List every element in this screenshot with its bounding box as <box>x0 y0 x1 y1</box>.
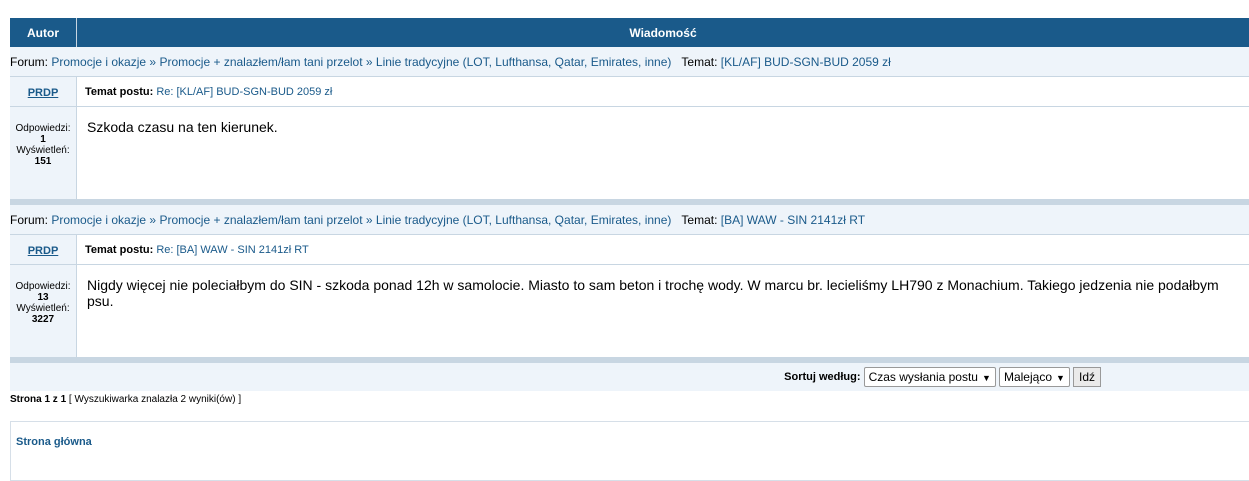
forum-breadcrumb-row: Forum: Promocje i okazje » Promocje + zn… <box>10 47 1249 77</box>
post-body: Nigdy więcej nie poleciałbym do SIN - sz… <box>77 265 1249 358</box>
breadcrumb-link[interactable]: Linie tradycyjne (LOT, Lufthansa, Qatar,… <box>376 55 671 69</box>
topic-link[interactable]: [KL/AF] BUD-SGN-BUD 2059 zł <box>721 55 891 69</box>
results-table: Autor Wiadomość Forum: Promocje i okazje… <box>10 18 1249 357</box>
breadcrumb-link[interactable]: Linie tradycyjne (LOT, Lufthansa, Qatar,… <box>376 213 671 227</box>
message-column-header: Wiadomość <box>77 18 1249 47</box>
page-info: Strona 1 z 1 <box>10 394 66 405</box>
home-link[interactable]: Strona główna <box>16 436 1249 448</box>
post-subject-row: PRDP Temat postu: Re: [KL/AF] BUD-SGN-BU… <box>10 77 1249 107</box>
pagination: Strona 1 z 1 [ Wyszukiwarka znalazła 2 w… <box>10 394 1249 405</box>
author-link[interactable]: PRDP <box>28 87 59 99</box>
breadcrumb-separator: » <box>366 213 373 227</box>
author-column-header: Autor <box>10 18 77 47</box>
post-stats: Odpowiedzi: 13 Wyświetleń: 3227 <box>10 265 77 358</box>
forum-prefix: Forum: <box>10 55 48 69</box>
breadcrumb-link[interactable]: Promocje + znalazłem/łam tani przelot <box>159 213 362 227</box>
post-body: Szkoda czasu na ten kierunek. <box>77 107 1249 200</box>
post-subject-link[interactable]: Re: [BA] WAW - SIN 2141zł RT <box>156 244 308 256</box>
post-stats: Odpowiedzi: 1 Wyświetleń: 151 <box>10 107 77 200</box>
forum-breadcrumb-row: Forum: Promocje i okazje » Promocje + zn… <box>10 205 1249 235</box>
subject-prefix: Temat postu: <box>85 244 153 256</box>
breadcrumb-link[interactable]: Promocje i okazje <box>51 55 146 69</box>
replies-count: 13 <box>37 292 48 303</box>
chevron-down-icon: ▼ <box>1056 373 1065 383</box>
post-body-row: Odpowiedzi: 13 Wyświetleń: 3227 Nigdy wi… <box>10 265 1249 358</box>
table-header: Autor Wiadomość <box>10 18 1249 47</box>
results-count: [ Wyszukiwarka znalazła 2 wyniki(ów) ] <box>69 394 241 405</box>
breadcrumb-link[interactable]: Promocje i okazje <box>51 213 146 227</box>
breadcrumb: Forum: Promocje i okazje » Promocje + zn… <box>10 205 1249 235</box>
views-count: 151 <box>35 156 52 167</box>
author-cell: PRDP <box>10 235 77 265</box>
search-results: Autor Wiadomość Forum: Promocje i okazje… <box>10 18 1249 481</box>
topic-prefix: Temat: <box>681 55 717 69</box>
breadcrumb: Forum: Promocje i okazje » Promocje + zn… <box>10 47 1249 77</box>
breadcrumb-separator: » <box>149 55 156 69</box>
views-count: 3227 <box>32 314 54 325</box>
breadcrumb-link[interactable]: Promocje + znalazłem/łam tani przelot <box>159 55 362 69</box>
sort-bar: Sortuj według: Czas wysłania postu ▼ Male… <box>10 357 1249 391</box>
post-subject-link[interactable]: Re: [KL/AF] BUD-SGN-BUD 2059 zł <box>156 86 332 98</box>
subject-prefix: Temat postu: <box>85 86 153 98</box>
topic-link[interactable]: [BA] WAW - SIN 2141zł RT <box>721 213 865 227</box>
sort-label: Sortuj według: <box>784 371 860 383</box>
replies-count: 1 <box>40 134 46 145</box>
sort-field-value: Czas wysłania postu <box>869 370 978 384</box>
views-label: Wyświetleń: <box>10 303 76 314</box>
topic-prefix: Temat: <box>681 213 717 227</box>
chevron-down-icon: ▼ <box>982 373 991 383</box>
footer-nav: Strona główna <box>10 421 1249 481</box>
post-subject-row: PRDP Temat postu: Re: [BA] WAW - SIN 214… <box>10 235 1249 265</box>
breadcrumb-separator: » <box>366 55 373 69</box>
breadcrumb-separator: » <box>149 213 156 227</box>
author-cell: PRDP <box>10 77 77 107</box>
go-button[interactable]: Idź <box>1073 367 1101 387</box>
subject-cell: Temat postu: Re: [KL/AF] BUD-SGN-BUD 205… <box>77 77 1249 107</box>
author-link[interactable]: PRDP <box>28 245 59 257</box>
views-label: Wyświetleń: <box>10 145 76 156</box>
sort-order-value: Malejąco <box>1004 370 1052 384</box>
subject-cell: Temat postu: Re: [BA] WAW - SIN 2141zł R… <box>77 235 1249 265</box>
forum-prefix: Forum: <box>10 213 48 227</box>
replies-label: Odpowiedzi: <box>10 123 76 134</box>
sort-order-select[interactable]: Malejąco ▼ <box>999 367 1070 387</box>
replies-label: Odpowiedzi: <box>10 281 76 292</box>
post-body-row: Odpowiedzi: 1 Wyświetleń: 151 Szkoda cza… <box>10 107 1249 200</box>
sort-field-select[interactable]: Czas wysłania postu ▼ <box>864 367 996 387</box>
